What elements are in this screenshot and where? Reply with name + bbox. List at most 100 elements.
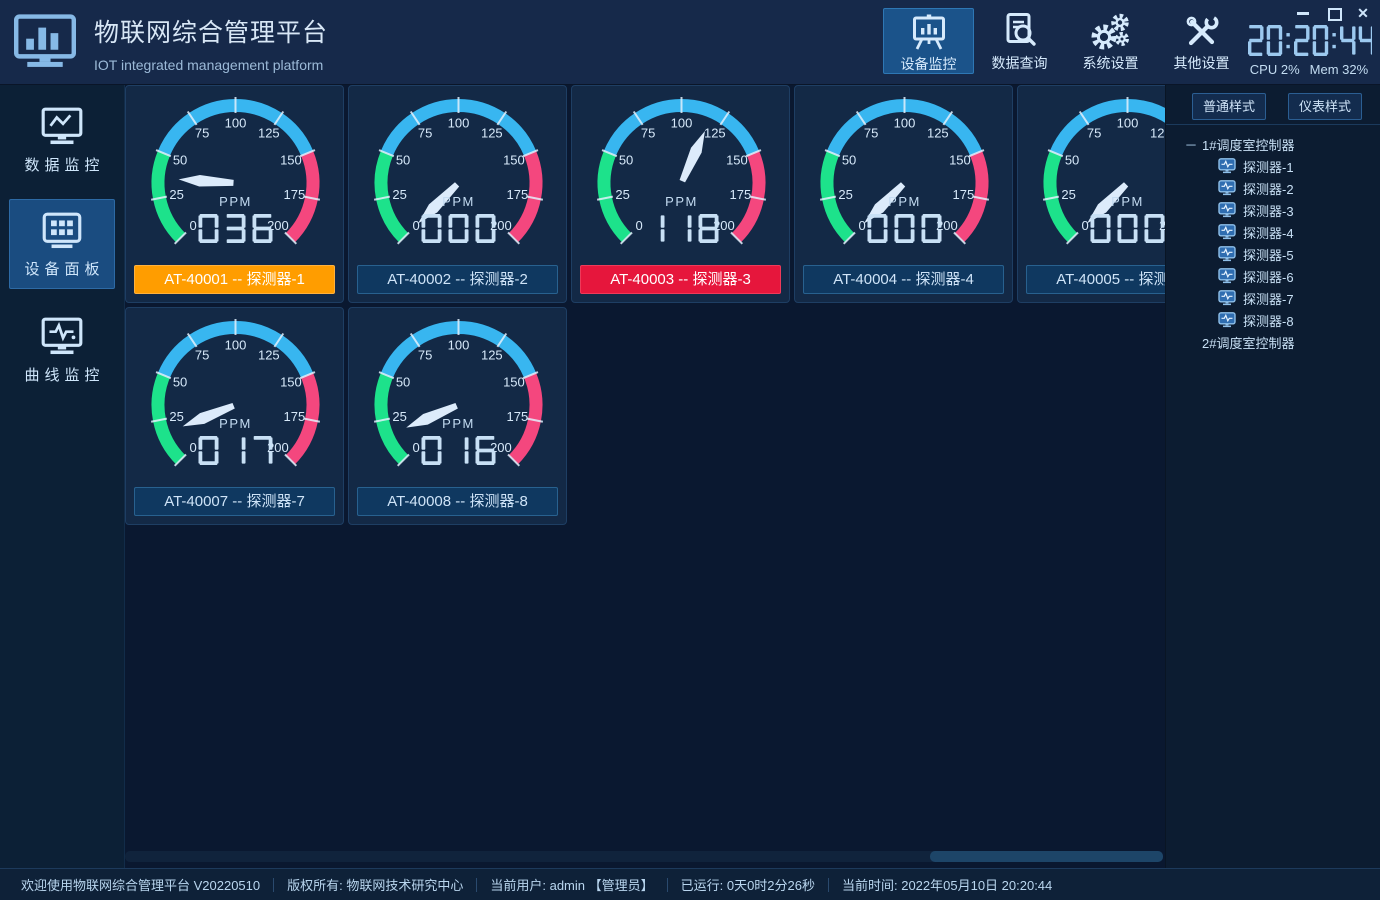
gauge-card[interactable]: 0255075100125150175200PPMAT-40007 -- 探测器… (125, 307, 344, 525)
nav-data-query[interactable]: 数据查询 (974, 8, 1065, 74)
svg-text:25: 25 (169, 409, 183, 424)
tree-node-detector[interactable]: 探测器-4 (1166, 221, 1380, 243)
svg-text:125: 125 (927, 126, 949, 141)
status-segment: 已运行: 0天0时2分26秒 (668, 875, 828, 894)
gauge-card[interactable]: 0255075100125150175200PPMAT-40004 -- 探测器… (794, 85, 1013, 303)
nav-device-monitor[interactable]: 设备监控 (883, 8, 974, 74)
tree-node-controller[interactable]: 2#调度室控制器 (1166, 331, 1380, 353)
svg-text:25: 25 (392, 409, 406, 424)
svg-text:175: 175 (506, 409, 528, 424)
svg-text:175: 175 (283, 409, 305, 424)
svg-text:50: 50 (173, 153, 187, 168)
style-button-gauge-style[interactable]: 仪表样式 (1288, 93, 1362, 120)
svg-text:0: 0 (858, 218, 865, 233)
tree-node-detector[interactable]: 探测器-8 (1166, 309, 1380, 331)
svg-text:100: 100 (448, 116, 470, 131)
nav-system-settings[interactable]: 系统设置 (1065, 8, 1156, 74)
status-bar: 欢迎使用物联网综合管理平台 V20220510版权所有: 物联网技术研究中心当前… (0, 868, 1380, 900)
svg-text:0: 0 (412, 218, 419, 233)
device-label[interactable]: AT-40003 -- 探测器-3 (580, 265, 781, 294)
sidebar-item-curve-monitor[interactable]: 曲线监控 (9, 305, 115, 395)
device-label[interactable]: AT-40004 -- 探测器-4 (803, 265, 1004, 294)
scrollbar-thumb[interactable] (930, 851, 1163, 862)
svg-text:125: 125 (481, 348, 503, 363)
svg-text:100: 100 (894, 116, 916, 131)
tree-expander-icon[interactable]: ─ (1184, 137, 1198, 152)
sidebar-item-data-monitor[interactable]: 数据监控 (9, 95, 115, 185)
tree-node-label: 1#调度室控制器 (1202, 135, 1294, 154)
window-controls: ✕ (1296, 6, 1370, 20)
tree-node-detector[interactable]: 探测器-6 (1166, 265, 1380, 287)
detector-icon (1218, 246, 1236, 262)
svg-text:75: 75 (1087, 126, 1101, 141)
nav-other-settings[interactable]: 其他设置 (1156, 8, 1247, 74)
nav-label: 其他设置 (1174, 53, 1230, 73)
sidebar-item-device-panel[interactable]: 设备面板 (9, 199, 115, 289)
sidebar-item-label: 设备面板 (19, 258, 104, 279)
svg-text:PPM: PPM (442, 416, 475, 431)
svg-text:0: 0 (635, 218, 642, 233)
svg-text:150: 150 (280, 375, 302, 390)
svg-text:100: 100 (448, 338, 470, 353)
status-segment: 版权所有: 物联网技术研究中心 (274, 875, 476, 894)
gauge: 0255075100125150175200PPM (126, 90, 345, 264)
gauge-card[interactable]: 0255075100125150175200PPMAT-40001 -- 探测器… (125, 85, 344, 303)
svg-text:75: 75 (195, 348, 209, 363)
horizontal-scrollbar[interactable] (125, 851, 1163, 862)
svg-text:50: 50 (619, 153, 633, 168)
svg-text:25: 25 (169, 187, 183, 202)
tree-node-detector[interactable]: 探测器-3 (1166, 199, 1380, 221)
tools-icon (1182, 12, 1222, 52)
style-button-normal-style[interactable]: 普通样式 (1192, 93, 1266, 120)
tree-node-detector[interactable]: 探测器-1 (1166, 155, 1380, 177)
detector-icon (1218, 312, 1236, 328)
status-segment: 当前用户: admin 【管理员】 (477, 875, 666, 894)
tree-node-controller[interactable]: ─ 1#调度室控制器 (1166, 133, 1380, 155)
style-buttons: 普通样式仪表样式 (1166, 85, 1380, 125)
tree-node-detector[interactable]: 探测器-7 (1166, 287, 1380, 309)
gauge: 0255075100125150175200PPM (572, 90, 791, 264)
detector-icon (1218, 180, 1236, 196)
tree-node-label: 探测器-3 (1243, 201, 1294, 220)
device-label[interactable]: AT-40007 -- 探测器-7 (134, 487, 335, 516)
svg-text:50: 50 (173, 375, 187, 390)
tree-node-label: 探测器-7 (1243, 289, 1294, 308)
mem-usage: Mem 32% (1310, 62, 1369, 77)
minimize-icon[interactable] (1296, 6, 1310, 20)
main-content: 0255075100125150175200PPM AT-40001 -- 探测器… (125, 85, 1380, 868)
device-label[interactable]: AT-40002 -- 探测器-2 (357, 265, 558, 294)
gauge-card[interactable]: 0255075100125150175200PPMAT-40008 -- 探测器… (348, 307, 567, 525)
detector-icon (1218, 202, 1236, 218)
page-title: 物联网综合管理平台 (94, 13, 328, 49)
svg-text:100: 100 (225, 338, 247, 353)
svg-text:25: 25 (392, 187, 406, 202)
gauge-card[interactable]: 0255075100125150175200PPMAT-40003 -- 探测器… (571, 85, 790, 303)
tree-node-label: 探测器-2 (1243, 179, 1294, 198)
svg-text:75: 75 (418, 348, 432, 363)
device-label[interactable]: AT-40001 -- 探测器-1 (134, 265, 335, 294)
digital-clock (1244, 24, 1374, 58)
gauge: 0255075100125150175200PPM (349, 90, 568, 264)
grid-panel-icon (39, 210, 85, 252)
gauge-card[interactable]: 0255075100125150175200PPMAT-40002 -- 探测器… (348, 85, 567, 303)
tree-node-label: 探测器-5 (1243, 245, 1294, 264)
board-chart-icon (909, 13, 949, 53)
tree-node-detector[interactable]: 探测器-2 (1166, 177, 1380, 199)
monitor-line-icon (39, 106, 85, 148)
maximize-icon[interactable] (1326, 6, 1340, 20)
device-label[interactable]: AT-40008 -- 探测器-8 (357, 487, 558, 516)
title-block: 物联网综合管理平台 IOT integrated management plat… (94, 13, 328, 73)
detector-icon (1218, 268, 1236, 284)
tree-node-detector[interactable]: 探测器-5 (1166, 243, 1380, 265)
tree-node-label: 探测器-6 (1243, 267, 1294, 286)
detector-icon (1218, 224, 1236, 240)
svg-text:150: 150 (949, 153, 971, 168)
sidebar-item-label: 数据监控 (19, 154, 104, 175)
tree-node-label: 探测器-4 (1243, 223, 1294, 242)
svg-text:100: 100 (225, 116, 247, 131)
close-icon[interactable]: ✕ (1356, 6, 1370, 20)
gauge: 0255075100125150175200PPM (795, 90, 1014, 264)
svg-text:150: 150 (503, 153, 525, 168)
doc-search-icon (1000, 12, 1040, 52)
nav-label: 数据查询 (992, 53, 1048, 73)
